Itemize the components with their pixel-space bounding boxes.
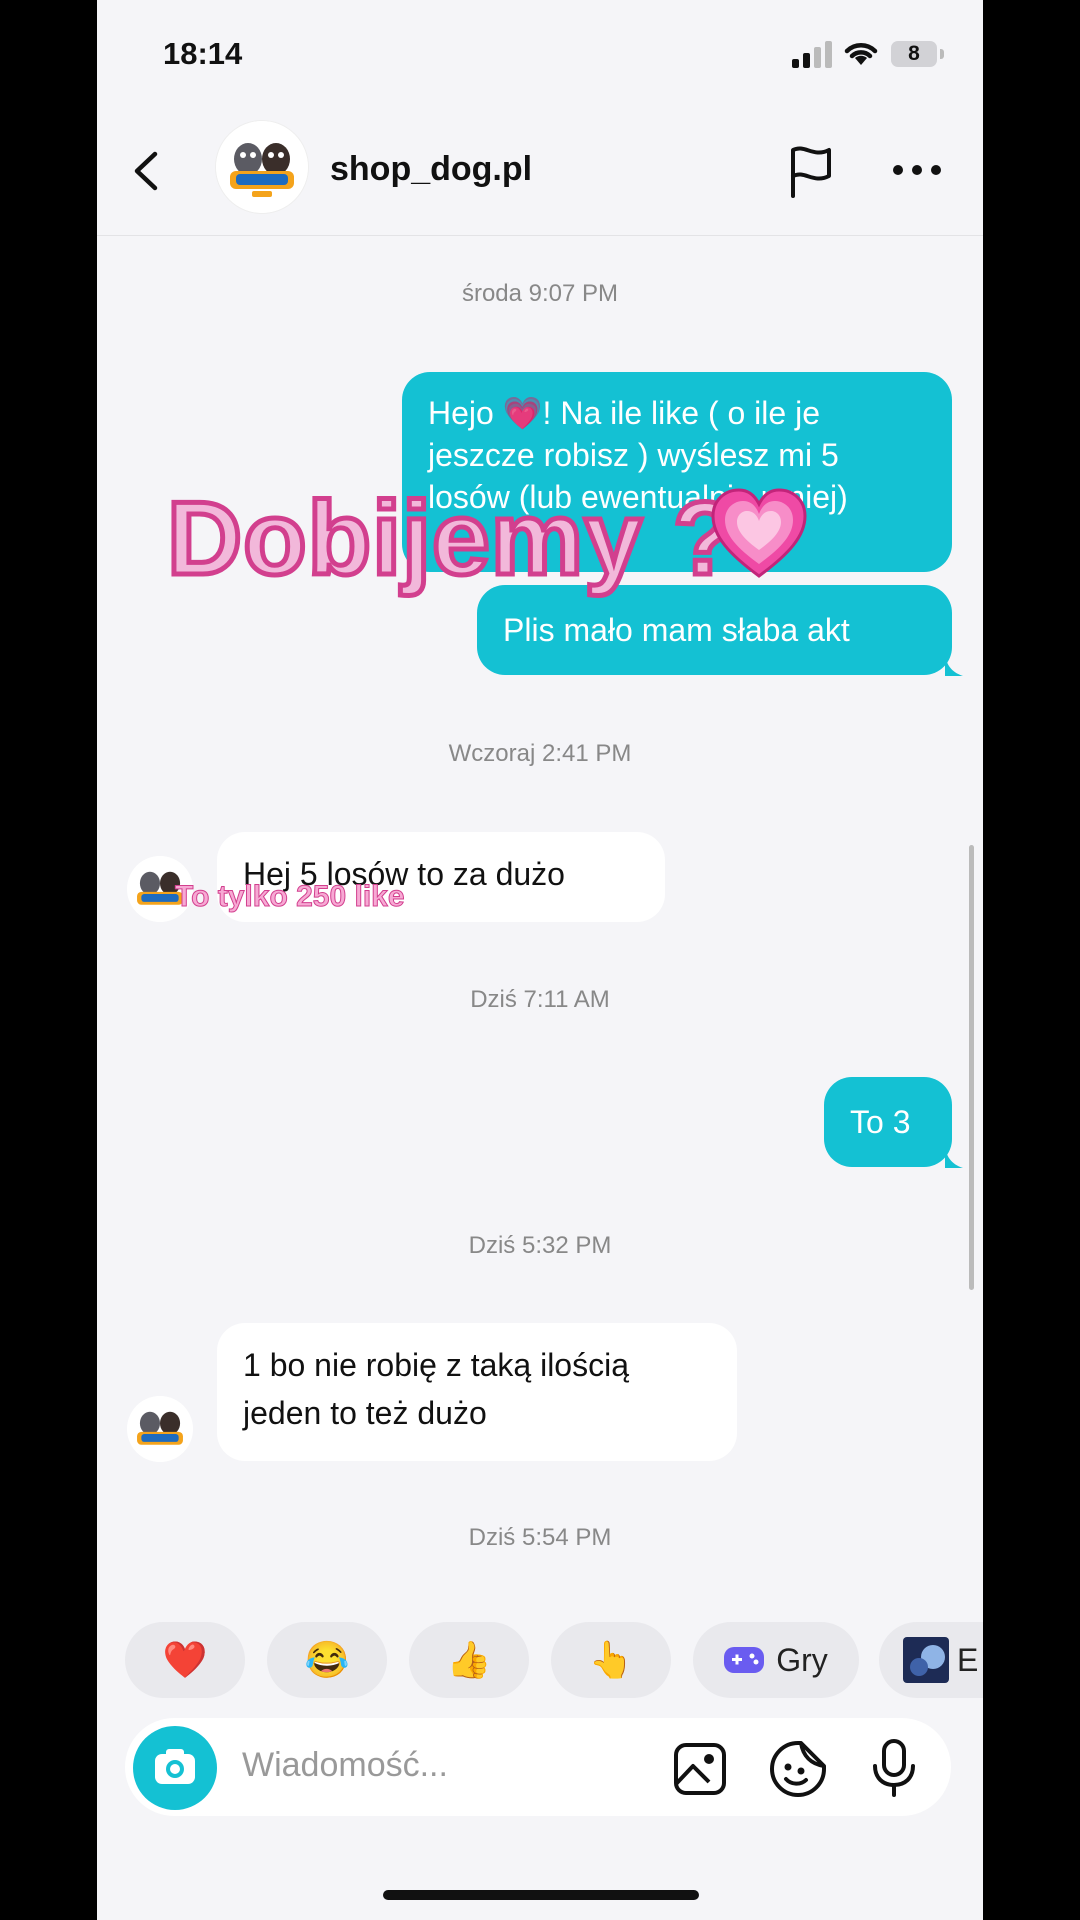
incoming-message[interactable]: 1 bo nie robię z taką ilością jeden to t… — [217, 1323, 737, 1461]
wifi-icon — [844, 43, 878, 65]
overlay-subtitle: To tylko 250 like — [175, 880, 406, 914]
heart-icon: ❤️ — [162, 1639, 208, 1680]
message-line: jeden to też dużo — [243, 1395, 487, 1431]
gallery-icon[interactable] — [673, 1742, 727, 1796]
timestamp: Wczoraj 2:41 PM — [448, 740, 632, 767]
sender-avatar[interactable] — [127, 1396, 193, 1462]
shop-avatar[interactable] — [215, 120, 309, 214]
battery-indicator: 8 — [891, 41, 937, 67]
outgoing-message[interactable]: To 3 — [824, 1077, 952, 1167]
reaction-heart[interactable]: ❤️ — [125, 1622, 245, 1698]
more-options-icon[interactable] — [892, 164, 942, 176]
back-arrow-icon[interactable] — [127, 146, 167, 196]
timestamp: Dziś 5:54 PM — [468, 1524, 612, 1551]
microphone-icon[interactable] — [869, 1738, 919, 1798]
camera-button[interactable] — [133, 1726, 217, 1810]
overlay-title: Dobijemy ? — [165, 479, 740, 600]
quick-reactions: ❤️ 😂 👍 👆 Gry E — [97, 1622, 983, 1700]
home-indicator[interactable] — [383, 1890, 699, 1900]
message-composer: Wiadomość... — [125, 1718, 951, 1816]
gamepad-icon — [724, 1647, 765, 1673]
games-label: Gry — [776, 1641, 828, 1678]
bubble-tail — [945, 1142, 963, 1168]
timestamp: Dziś 7:11 AM — [470, 986, 610, 1013]
message-input[interactable]: Wiadomość... — [242, 1746, 448, 1785]
reaction-laugh[interactable]: 😂 — [267, 1622, 387, 1698]
scrollbar[interactable] — [969, 845, 974, 1290]
battery-cap — [940, 49, 944, 59]
camera-icon — [155, 1749, 195, 1784]
phone-screen: 18:14 8 shop_dog.pl środa 9:07 PM Hejo 💗… — [97, 0, 983, 1920]
timestamp: środa 9:07 PM — [461, 280, 619, 307]
status-time: 18:14 — [163, 36, 243, 71]
thumbs-up-icon: 👍 — [446, 1639, 492, 1680]
laugh-icon: 😂 — [304, 1639, 350, 1680]
sticker-icon[interactable] — [769, 1740, 827, 1798]
bubble-tail — [945, 650, 963, 676]
shop-name[interactable]: shop_dog.pl — [330, 150, 532, 189]
pointing-icon: 👆 — [588, 1639, 634, 1680]
heart-icon — [709, 484, 809, 589]
chat-header: shop_dog.pl — [97, 120, 983, 236]
reaction-thumbs-up[interactable]: 👍 — [409, 1622, 529, 1698]
effect-thumbnail — [903, 1637, 949, 1683]
games-button[interactable]: Gry — [693, 1622, 859, 1698]
message-line: 1 bo nie robię z taką ilością — [243, 1347, 629, 1383]
flag-icon[interactable] — [787, 144, 835, 200]
status-bar: 18:14 8 — [97, 0, 983, 100]
signal-icon — [792, 40, 834, 68]
timestamp: Dziś 5:32 PM — [468, 1232, 612, 1259]
reaction-pointing[interactable]: 👆 — [551, 1622, 671, 1698]
effects-label: E — [957, 1641, 979, 1678]
effects-button[interactable]: E — [879, 1622, 983, 1698]
